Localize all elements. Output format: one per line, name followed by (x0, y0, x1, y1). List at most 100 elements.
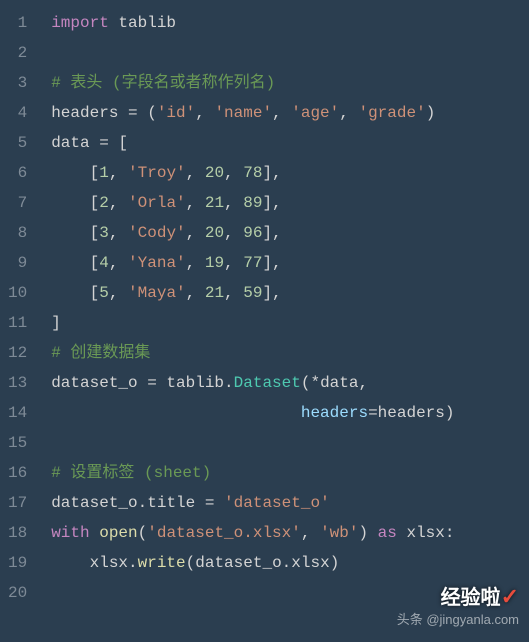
code-line[interactable]: [3, 'Cody', 20, 96], (39, 218, 529, 248)
code-token: , (186, 194, 205, 212)
code-token: xlsx: (397, 524, 455, 542)
code-token: , (224, 254, 243, 272)
code-token: , (339, 104, 358, 122)
code-token (90, 524, 100, 542)
code-token: , (358, 374, 368, 392)
code-token: 'Yana' (128, 254, 186, 272)
line-number: 6 (8, 158, 27, 188)
code-line[interactable]: data = [ (39, 128, 529, 158)
line-number: 16 (8, 458, 27, 488)
code-line[interactable]: [1, 'Troy', 20, 78], (39, 158, 529, 188)
code-token: = (205, 494, 224, 512)
code-token: [ (51, 284, 99, 302)
code-area[interactable]: import tablib # 表头 (字段名或者称作列名) headers = (… (39, 0, 529, 642)
code-token: 19 (205, 254, 224, 272)
code-line[interactable]: # 创建数据集 (39, 338, 529, 368)
code-token: ], (262, 284, 281, 302)
code-token: ( (186, 554, 196, 572)
code-token: data (320, 374, 358, 392)
code-line[interactable]: headers=headers) (39, 398, 529, 428)
code-token: , (109, 254, 128, 272)
code-token: 21 (205, 194, 224, 212)
code-line[interactable] (39, 38, 529, 68)
code-token: 96 (243, 224, 262, 242)
code-token: 'Maya' (128, 284, 186, 302)
line-number: 10 (8, 278, 27, 308)
code-line[interactable]: ] (39, 308, 529, 338)
line-number: 11 (8, 308, 27, 338)
code-token: tablib (166, 374, 224, 392)
code-token: , (186, 224, 205, 242)
code-line[interactable]: dataset_o = tablib.Dataset(*data, (39, 368, 529, 398)
code-token: 'id' (157, 104, 195, 122)
code-token: , (186, 164, 205, 182)
code-token: 2 (99, 194, 109, 212)
code-token: , (109, 224, 128, 242)
code-line[interactable]: xlsx.write(dataset_o.xlsx) (39, 548, 529, 578)
code-line[interactable]: dataset_o.title = 'dataset_o' (39, 488, 529, 518)
code-token: 'Orla' (128, 194, 186, 212)
code-token: = ( (128, 104, 157, 122)
code-token: [ (51, 224, 99, 242)
code-token: 78 (243, 164, 262, 182)
code-token: , (109, 194, 128, 212)
code-token: import (51, 14, 109, 32)
code-token: ) (445, 404, 455, 422)
code-token: , (109, 164, 128, 182)
code-token: # 设置标签 (sheet) (51, 464, 211, 482)
code-token: Dataset (234, 374, 301, 392)
code-token: # 表头 (字段名或者称作列名) (51, 74, 275, 92)
code-token: 4 (99, 254, 109, 272)
code-token: ], (262, 194, 281, 212)
code-token: xlsx (291, 554, 329, 572)
code-line[interactable]: [2, 'Orla', 21, 89], (39, 188, 529, 218)
code-token: 'Cody' (128, 224, 186, 242)
line-gutter: 1234567891011121314151617181920 (0, 0, 39, 642)
code-token: . (138, 494, 148, 512)
code-token: 77 (243, 254, 262, 272)
code-token: ], (262, 254, 281, 272)
code-token: , (186, 284, 205, 302)
code-line[interactable] (39, 428, 529, 458)
code-token: ], (262, 224, 281, 242)
line-number: 15 (8, 428, 27, 458)
code-token: 20 (205, 164, 224, 182)
line-number: 3 (8, 68, 27, 98)
code-token: , (224, 224, 243, 242)
code-token: , (224, 284, 243, 302)
line-number: 5 (8, 128, 27, 158)
code-editor[interactable]: 1234567891011121314151617181920 import t… (0, 0, 529, 642)
line-number: 13 (8, 368, 27, 398)
code-token: = [ (99, 134, 128, 152)
line-number: 8 (8, 218, 27, 248)
code-line[interactable]: with open('dataset_o.xlsx', 'wb') as xls… (39, 518, 529, 548)
code-token: ] (51, 314, 61, 332)
code-token: headers (378, 404, 445, 422)
code-token: 21 (205, 284, 224, 302)
code-token: , (224, 194, 243, 212)
code-token: [ (51, 194, 99, 212)
code-token: 'age' (291, 104, 339, 122)
code-token: 'wb' (320, 524, 358, 542)
line-number: 17 (8, 488, 27, 518)
line-number: 1 (8, 8, 27, 38)
watermark-sub: 头条 @jingyanla.com (397, 609, 519, 628)
code-token: , (272, 104, 291, 122)
code-line[interactable]: headers = ('id', 'name', 'age', 'grade') (39, 98, 529, 128)
code-token: headers (301, 404, 368, 422)
code-line[interactable]: # 设置标签 (sheet) (39, 458, 529, 488)
line-number: 14 (8, 398, 27, 428)
code-token: ) (330, 554, 340, 572)
code-line[interactable]: import tablib (39, 8, 529, 38)
code-line[interactable]: # 表头 (字段名或者称作列名) (39, 68, 529, 98)
code-token: dataset_o (51, 494, 137, 512)
code-token (51, 404, 301, 422)
code-line[interactable]: [5, 'Maya', 21, 59], (39, 278, 529, 308)
code-token: = (147, 374, 166, 392)
code-line[interactable]: [4, 'Yana', 19, 77], (39, 248, 529, 278)
code-token: headers (51, 104, 128, 122)
line-number: 7 (8, 188, 27, 218)
check-icon: ✓ (501, 584, 519, 609)
code-token: with (51, 524, 89, 542)
line-number: 4 (8, 98, 27, 128)
